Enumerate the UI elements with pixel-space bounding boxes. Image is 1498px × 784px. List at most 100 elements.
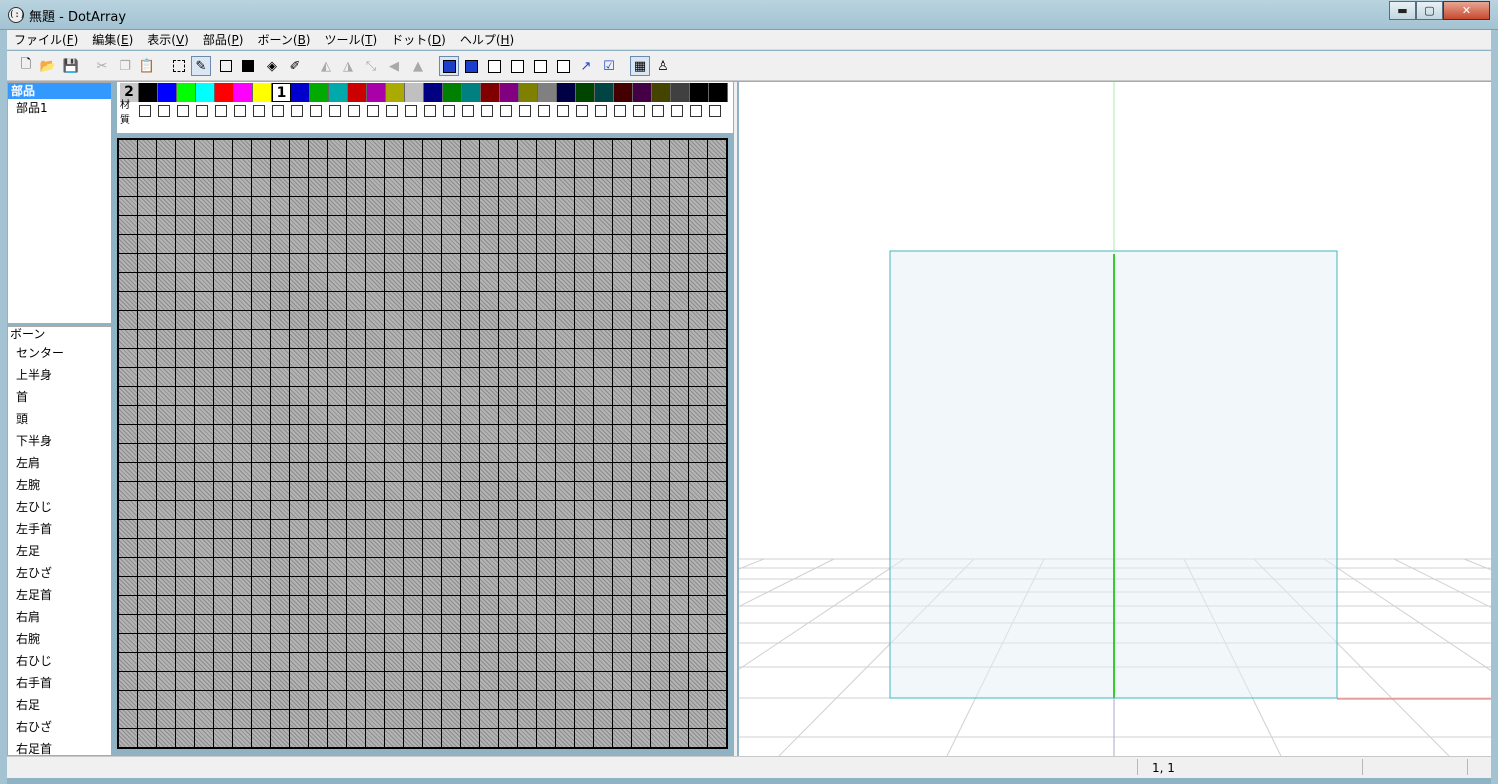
flip-left-button[interactable]: ◀ bbox=[384, 56, 404, 76]
material-checkbox[interactable] bbox=[386, 105, 398, 117]
close-button[interactable]: ✕ bbox=[1443, 1, 1490, 20]
bone-list-item[interactable]: 左腕 bbox=[8, 474, 111, 496]
color-swatch[interactable] bbox=[158, 83, 177, 102]
material-checkbox[interactable] bbox=[367, 105, 379, 117]
color-swatch[interactable] bbox=[538, 83, 557, 102]
bone-list-item[interactable]: 右ひじ bbox=[8, 650, 111, 672]
color-swatch[interactable] bbox=[348, 83, 367, 102]
color-swatch[interactable] bbox=[424, 83, 443, 102]
material-checkbox[interactable] bbox=[234, 105, 246, 117]
save-button[interactable]: 💾 bbox=[61, 56, 81, 76]
bone-list-item[interactable]: 左足首 bbox=[8, 584, 111, 606]
menu-item[interactable]: 表示(V) bbox=[140, 31, 196, 48]
mirror-button[interactable]: ◭ bbox=[316, 56, 336, 76]
panel-splitter[interactable] bbox=[734, 82, 738, 756]
paste-button[interactable]: 📋 bbox=[137, 56, 157, 76]
bone-list-item[interactable]: 頭 bbox=[8, 408, 111, 430]
menu-item[interactable]: ツール(T) bbox=[317, 31, 384, 48]
color-swatch[interactable] bbox=[671, 83, 690, 102]
bone-list-item[interactable]: 右腕 bbox=[8, 628, 111, 650]
view-left-button[interactable] bbox=[484, 56, 504, 76]
bucket-fill-button[interactable]: ◈ bbox=[262, 56, 282, 76]
color-swatch[interactable] bbox=[234, 83, 253, 102]
material-checkbox[interactable] bbox=[595, 105, 607, 117]
material-checkbox[interactable] bbox=[519, 105, 531, 117]
color-swatch[interactable] bbox=[690, 83, 709, 102]
color-swatch[interactable] bbox=[329, 83, 348, 102]
material-checkbox[interactable] bbox=[215, 105, 227, 117]
material-checkbox[interactable] bbox=[139, 105, 151, 117]
rect-outline-button[interactable] bbox=[216, 56, 236, 76]
color-swatch[interactable] bbox=[614, 83, 633, 102]
color-swatch[interactable] bbox=[500, 83, 519, 102]
material-button[interactable]: ▦ bbox=[630, 56, 650, 76]
material-checkbox[interactable] bbox=[196, 105, 208, 117]
view-back-button[interactable] bbox=[461, 56, 481, 76]
material-checkbox[interactable] bbox=[576, 105, 588, 117]
bone-list-item[interactable]: 左足 bbox=[8, 540, 111, 562]
bone-list-item[interactable]: 右ひざ bbox=[8, 716, 111, 738]
color-swatch[interactable] bbox=[291, 83, 310, 102]
material-checkbox[interactable] bbox=[652, 105, 664, 117]
material-checkbox[interactable] bbox=[462, 105, 474, 117]
bone-list-item[interactable]: 左ひじ bbox=[8, 496, 111, 518]
menu-item[interactable]: ヘルプ(H) bbox=[453, 31, 521, 48]
material-checkbox[interactable] bbox=[671, 105, 683, 117]
color-swatch[interactable] bbox=[576, 83, 595, 102]
view-right-button[interactable] bbox=[507, 56, 527, 76]
color-swatch[interactable] bbox=[481, 83, 500, 102]
material-checkbox[interactable] bbox=[633, 105, 645, 117]
part-list-item[interactable]: 部品1 bbox=[8, 99, 111, 117]
copy-button[interactable]: ❐ bbox=[115, 56, 135, 76]
menu-item[interactable]: 編集(E) bbox=[85, 31, 140, 48]
bone-list-item[interactable]: 右手首 bbox=[8, 672, 111, 694]
material-checkbox[interactable] bbox=[481, 105, 493, 117]
color-swatch[interactable] bbox=[519, 83, 538, 102]
material-checkbox[interactable] bbox=[177, 105, 189, 117]
color-swatch[interactable] bbox=[595, 83, 614, 102]
color-swatch[interactable] bbox=[709, 83, 728, 102]
rect-fill-button[interactable] bbox=[238, 56, 258, 76]
color-swatch[interactable] bbox=[215, 83, 234, 102]
bone-list-item[interactable]: 首 bbox=[8, 386, 111, 408]
color-swatch[interactable] bbox=[177, 83, 196, 102]
color-swatch[interactable] bbox=[405, 83, 424, 102]
eyedropper-button[interactable]: ✐ bbox=[285, 56, 305, 76]
figure-button[interactable]: ♙ bbox=[653, 56, 673, 76]
title-bar[interactable]: (:) 無題 - DotArray ▬ ▢ ✕ bbox=[0, 0, 1498, 30]
bone-list-item[interactable]: 左ひざ bbox=[8, 562, 111, 584]
material-checkbox[interactable] bbox=[310, 105, 322, 117]
color-swatch[interactable] bbox=[386, 83, 405, 102]
material-checkbox[interactable] bbox=[443, 105, 455, 117]
material-checkbox[interactable] bbox=[253, 105, 265, 117]
bone-list-item[interactable]: 左手首 bbox=[8, 518, 111, 540]
new-file-button[interactable]: 🗋 bbox=[16, 56, 36, 76]
material-checkbox[interactable] bbox=[424, 105, 436, 117]
view-bottom-button[interactable] bbox=[553, 56, 573, 76]
color-swatch[interactable] bbox=[310, 83, 329, 102]
material-checkbox[interactable] bbox=[690, 105, 702, 117]
color-swatch[interactable] bbox=[462, 83, 481, 102]
material-checkbox[interactable] bbox=[405, 105, 417, 117]
view-perspective-button[interactable]: ↗ bbox=[576, 56, 596, 76]
color-swatch[interactable] bbox=[557, 83, 576, 102]
pencil-button[interactable]: ✎ bbox=[191, 56, 211, 76]
dot-edit-grid[interactable] bbox=[117, 138, 728, 749]
open-folder-button[interactable]: 📂 bbox=[38, 56, 58, 76]
minimize-button[interactable]: ▬ bbox=[1389, 1, 1416, 20]
app-icon[interactable]: (:) bbox=[8, 7, 25, 23]
color-swatch[interactable] bbox=[139, 83, 158, 102]
bone-list-item[interactable]: 下半身 bbox=[8, 430, 111, 452]
color-swatch[interactable] bbox=[443, 83, 462, 102]
color-swatch[interactable] bbox=[196, 83, 215, 102]
material-checkbox[interactable] bbox=[500, 105, 512, 117]
checkbox-button[interactable]: ☑ bbox=[599, 56, 619, 76]
parts-header[interactable]: 部品 bbox=[8, 83, 111, 99]
view-front-button[interactable] bbox=[439, 56, 459, 76]
menu-item[interactable]: ボーン(B) bbox=[250, 31, 317, 48]
3d-viewport[interactable] bbox=[739, 82, 1491, 756]
material-checkbox[interactable] bbox=[709, 105, 721, 117]
bone-list-item[interactable]: 上半身 bbox=[8, 364, 111, 386]
mirror-left-button[interactable]: ◮ bbox=[338, 56, 358, 76]
color-swatch[interactable] bbox=[253, 83, 272, 102]
